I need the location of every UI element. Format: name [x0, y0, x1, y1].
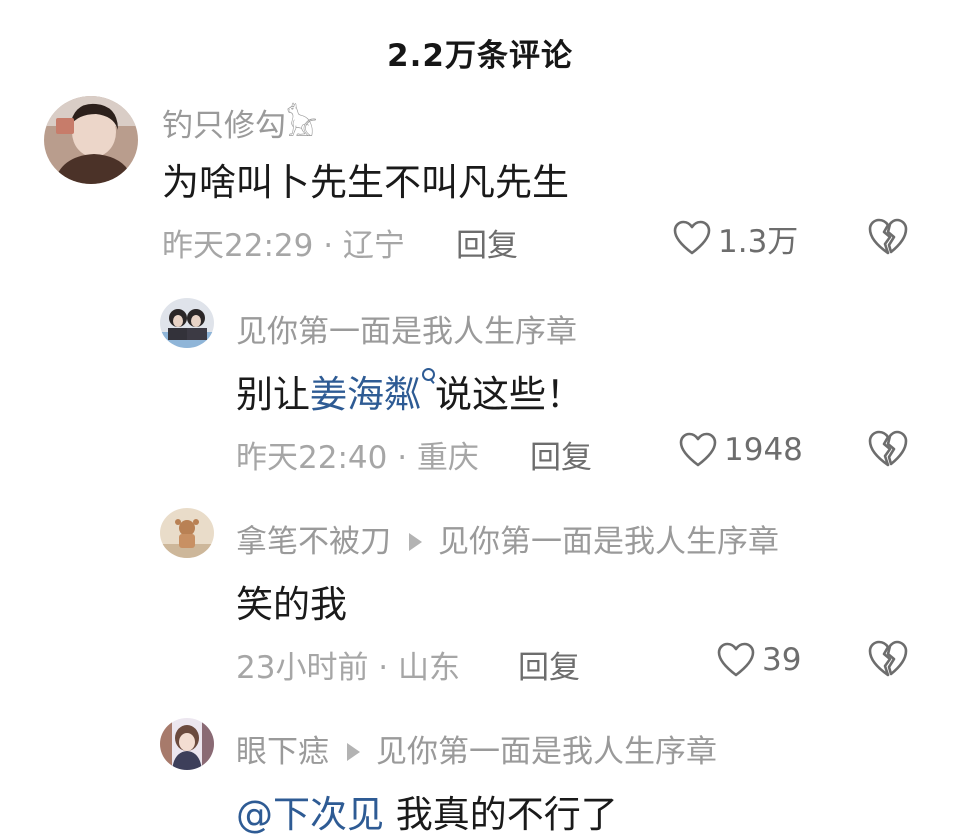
mention-link[interactable]: @下次见: [236, 793, 384, 836]
heart-outline-icon: [679, 432, 717, 467]
reply-username[interactable]: 眼下痣: [236, 734, 329, 770]
avatar-photo: [160, 718, 214, 770]
like-button[interactable]: 1.3万: [672, 216, 798, 260]
reply-username[interactable]: 拿笔不被刀: [236, 524, 391, 560]
like-button[interactable]: 1948: [678, 428, 803, 472]
broken-heart-icon: [868, 430, 908, 467]
play-triangle-icon: [409, 532, 422, 551]
heart-outline-icon: [717, 642, 755, 677]
avatar-photo: [160, 508, 214, 558]
comments-page: 2.2万条评论 钓只修勾𓃠 为啥叫卜先生不叫凡先生 昨天22:29 · 辽宁 回…: [0, 0, 960, 838]
broken-heart-icon: [868, 218, 908, 255]
dislike-button[interactable]: [866, 638, 910, 680]
reply-header: 拿笔不被刀 见你第一面是我人生序章: [236, 516, 779, 561]
dislike-button[interactable]: [866, 428, 910, 470]
reply-time-location: 23小时前 · 山东: [236, 650, 461, 686]
replied-to-username[interactable]: 见你第一面是我人生序章: [376, 734, 717, 770]
broken-heart-icon: [868, 640, 908, 677]
avatar[interactable]: [160, 508, 214, 558]
reply-item: 眼下痣 见你第一面是我人生序章 @下次见 我真的不行了: [0, 0, 960, 836]
reply-header: 眼下痣 见你第一面是我人生序章: [236, 726, 717, 771]
comment-time-location: 昨天22:29 · 辽宁: [162, 228, 405, 264]
text-prefix: 别让: [236, 373, 310, 416]
text-body: 我真的不行了: [395, 793, 618, 836]
reply-username[interactable]: 见你第一面是我人生序章: [236, 306, 577, 351]
search-icon[interactable]: [421, 368, 435, 390]
reply-button[interactable]: 回复: [530, 432, 592, 477]
like-count: 1.3万: [718, 223, 799, 260]
like-count: 39: [762, 642, 802, 678]
text-suffix: 说这些！: [435, 373, 583, 416]
avatar-photo: [160, 298, 214, 348]
reply-button[interactable]: 回复: [518, 642, 580, 687]
like-count: 1948: [724, 432, 803, 468]
reply-text: 别让姜海粼 说这些！: [236, 364, 583, 418]
play-triangle-icon: [347, 742, 360, 761]
avatar[interactable]: [160, 298, 214, 348]
reply-text: @下次见 我真的不行了: [236, 784, 618, 838]
reply-time-location: 昨天22:40 · 重庆: [236, 440, 479, 476]
reply-text: 笑的我: [236, 583, 347, 626]
replied-to-username[interactable]: 见你第一面是我人生序章: [438, 524, 779, 560]
topic-link[interactable]: 姜海粼: [310, 373, 421, 416]
dislike-button[interactable]: [866, 216, 910, 258]
heart-outline-icon: [673, 220, 711, 255]
avatar[interactable]: [160, 718, 214, 770]
like-button[interactable]: 39: [716, 638, 801, 682]
reply-button[interactable]: 回复: [456, 220, 518, 265]
